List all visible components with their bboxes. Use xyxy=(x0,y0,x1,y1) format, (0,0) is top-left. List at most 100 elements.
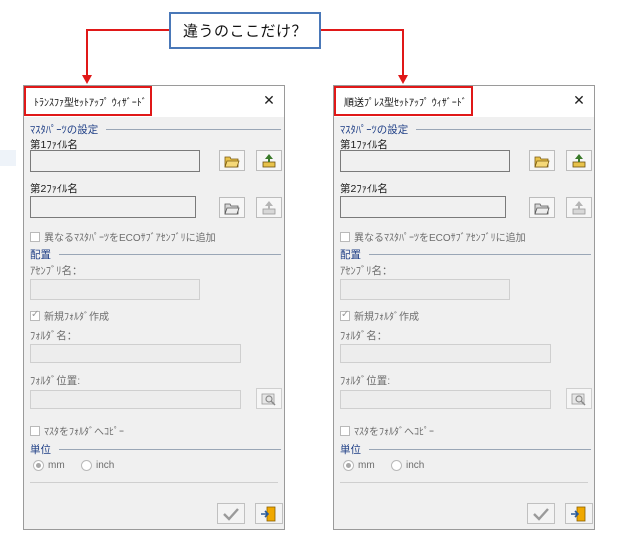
radio-dot xyxy=(81,460,92,471)
radio-dot xyxy=(343,460,354,471)
file2-input[interactable] xyxy=(340,196,506,218)
folder-open-icon xyxy=(534,203,550,214)
exit-icon xyxy=(261,506,276,521)
unit-mm-radio[interactable]: mm xyxy=(33,460,65,471)
new-folder-checkbox[interactable]: 新規ﾌｫﾙﾀﾞ作成 xyxy=(30,308,109,323)
connector-line-left-horizontal xyxy=(86,29,169,31)
section-master-parts-label: ﾏｽﾀﾊﾟｰﾂの設定 xyxy=(30,124,99,136)
footer-divider xyxy=(30,482,278,483)
unit-mm-label: mm xyxy=(48,460,65,471)
connector-arrowhead-right xyxy=(398,75,408,84)
upload-icon xyxy=(572,200,586,214)
view-icon xyxy=(261,393,276,406)
radio-dot xyxy=(33,460,44,471)
exit-button[interactable] xyxy=(565,503,593,524)
assembly-name-label: ｱｾﾝﾌﾞﾘ名： xyxy=(340,265,393,277)
dialog-title: 順送ﾌﾟﾚｽ型ｾｯﾄｱｯﾌﾟ ｳｨｻﾞｰﾄﾞ xyxy=(344,97,467,109)
upload-icon xyxy=(572,153,586,167)
browse-folder-location-button[interactable] xyxy=(566,388,592,409)
unit-mm-label: mm xyxy=(358,460,375,471)
checkmark-icon xyxy=(533,507,549,521)
folder-location-input[interactable] xyxy=(30,390,241,409)
upload-file1-button[interactable] xyxy=(256,150,282,171)
checkbox-box xyxy=(30,309,40,321)
add-eco-checkbox[interactable]: 異なるﾏｽﾀﾊﾟｰﾂをECOｻﾌﾞｱｾﾝﾌﾞﾘに追加 xyxy=(340,229,526,244)
folder-name-input[interactable] xyxy=(30,344,241,363)
checkbox-box xyxy=(340,231,350,242)
add-eco-checkbox-label: 異なるﾏｽﾀﾊﾟｰﾂをECOｻﾌﾞｱｾﾝﾌﾞﾘに追加 xyxy=(354,233,526,244)
section-divider xyxy=(369,449,591,450)
upload-file2-button[interactable] xyxy=(256,197,282,218)
setup-wizard-dialog-progressive: 順送ﾌﾟﾚｽ型ｾｯﾄｱｯﾌﾟ ｳｨｻﾞｰﾄﾞ ✕ ﾏｽﾀﾊﾟｰﾂの設定 第1ﾌｧ… xyxy=(333,85,595,530)
close-icon[interactable]: ✕ xyxy=(570,91,588,109)
upload-icon xyxy=(262,200,276,214)
unit-inch-label: inch xyxy=(406,460,425,471)
section-unit-label: 単位 xyxy=(30,444,51,456)
copy-master-checkbox[interactable]: ﾏｽﾀをﾌｫﾙﾀﾞへｺﾋﾟｰ xyxy=(30,423,124,438)
assembly-name-input[interactable] xyxy=(340,279,510,300)
exit-icon xyxy=(571,506,586,521)
file2-input[interactable] xyxy=(30,196,196,218)
annotation-callout: 違うのここだけ？ xyxy=(169,12,321,49)
checkbox-box xyxy=(30,231,40,242)
browse-file1-button[interactable] xyxy=(529,150,555,171)
section-unit: 単位 xyxy=(30,442,281,457)
new-folder-checkbox-label: 新規ﾌｫﾙﾀﾞ作成 xyxy=(44,312,109,323)
file2-label: 第2ﾌｧｲﾙ名 xyxy=(340,183,388,195)
browse-folder-location-button[interactable] xyxy=(256,388,282,409)
dialog-titlebar: 順送ﾌﾟﾚｽ型ｾｯﾄｱｯﾌﾟ ｳｨｻﾞｰﾄﾞ ✕ xyxy=(334,86,594,117)
checkbox-box xyxy=(340,309,350,321)
add-eco-checkbox[interactable]: 異なるﾏｽﾀﾊﾟｰﾂをECOｻﾌﾞｱｾﾝﾌﾞﾘに追加 xyxy=(30,229,216,244)
folder-name-label: ﾌｫﾙﾀﾞ名： xyxy=(340,330,388,342)
assembly-name-input[interactable] xyxy=(30,279,200,300)
exit-button[interactable] xyxy=(255,503,283,524)
file1-input[interactable] xyxy=(340,150,510,172)
checkmark-icon xyxy=(223,507,239,521)
section-layout-label: 配置 xyxy=(30,249,51,261)
unit-mm-radio[interactable]: mm xyxy=(343,460,375,471)
folder-open-icon xyxy=(534,156,550,167)
section-unit-label: 単位 xyxy=(340,444,361,456)
folder-name-input[interactable] xyxy=(340,344,551,363)
folder-open-icon xyxy=(224,203,240,214)
browse-file2-button[interactable] xyxy=(529,197,555,218)
close-icon[interactable]: ✕ xyxy=(260,91,278,109)
connector-line-left-vertical xyxy=(86,29,88,75)
dialog-title-highlight: 順送ﾌﾟﾚｽ型ｾｯﾄｱｯﾌﾟ ｳｨｻﾞｰﾄﾞ xyxy=(334,86,473,116)
view-icon xyxy=(571,393,586,406)
folder-location-input[interactable] xyxy=(340,390,551,409)
checkbox-box xyxy=(340,425,350,436)
unit-inch-radio[interactable]: inch xyxy=(391,460,424,471)
assembly-name-label: ｱｾﾝﾌﾞﾘ名： xyxy=(30,265,83,277)
unit-inch-label: inch xyxy=(96,460,115,471)
section-divider xyxy=(369,254,591,255)
section-divider xyxy=(59,254,281,255)
copy-master-checkbox-label: ﾏｽﾀをﾌｫﾙﾀﾞへｺﾋﾟｰ xyxy=(354,427,434,438)
file1-input[interactable] xyxy=(30,150,200,172)
upload-file2-button[interactable] xyxy=(566,197,592,218)
upload-file1-button[interactable] xyxy=(566,150,592,171)
folder-location-label: ﾌｫﾙﾀﾞ位置: xyxy=(340,375,391,387)
add-eco-checkbox-label: 異なるﾏｽﾀﾊﾟｰﾂをECOｻﾌﾞｱｾﾝﾌﾞﾘに追加 xyxy=(44,233,216,244)
browse-file1-button[interactable] xyxy=(219,150,245,171)
setup-wizard-dialog-transfer: ﾄﾗﾝｽﾌｧ型ｾｯﾄｱｯﾌﾟ ｳｨｻﾞｰﾄﾞ ✕ ﾏｽﾀﾊﾟｰﾂの設定 第1ﾌｧ… xyxy=(23,85,285,530)
folder-location-label: ﾌｫﾙﾀﾞ位置: xyxy=(30,375,81,387)
connector-arrowhead-left xyxy=(82,75,92,84)
folder-name-label: ﾌｫﾙﾀﾞ名： xyxy=(30,330,78,342)
section-layout: 配置 xyxy=(30,247,281,262)
section-master-parts: ﾏｽﾀﾊﾟｰﾂの設定 xyxy=(30,122,282,137)
confirm-button[interactable] xyxy=(217,503,245,524)
section-master-parts-label: ﾏｽﾀﾊﾟｰﾂの設定 xyxy=(340,124,409,136)
section-layout: 配置 xyxy=(340,247,591,262)
confirm-button[interactable] xyxy=(527,503,555,524)
copy-master-checkbox[interactable]: ﾏｽﾀをﾌｫﾙﾀﾞへｺﾋﾟｰ xyxy=(340,423,434,438)
browse-file2-button[interactable] xyxy=(219,197,245,218)
background-fragment xyxy=(0,150,16,166)
section-divider xyxy=(416,129,592,130)
section-master-parts: ﾏｽﾀﾊﾟｰﾂの設定 xyxy=(340,122,592,137)
connector-line-right-vertical xyxy=(402,29,404,75)
footer-divider xyxy=(340,482,588,483)
unit-inch-radio[interactable]: inch xyxy=(81,460,114,471)
folder-open-icon xyxy=(224,156,240,167)
new-folder-checkbox[interactable]: 新規ﾌｫﾙﾀﾞ作成 xyxy=(340,308,419,323)
